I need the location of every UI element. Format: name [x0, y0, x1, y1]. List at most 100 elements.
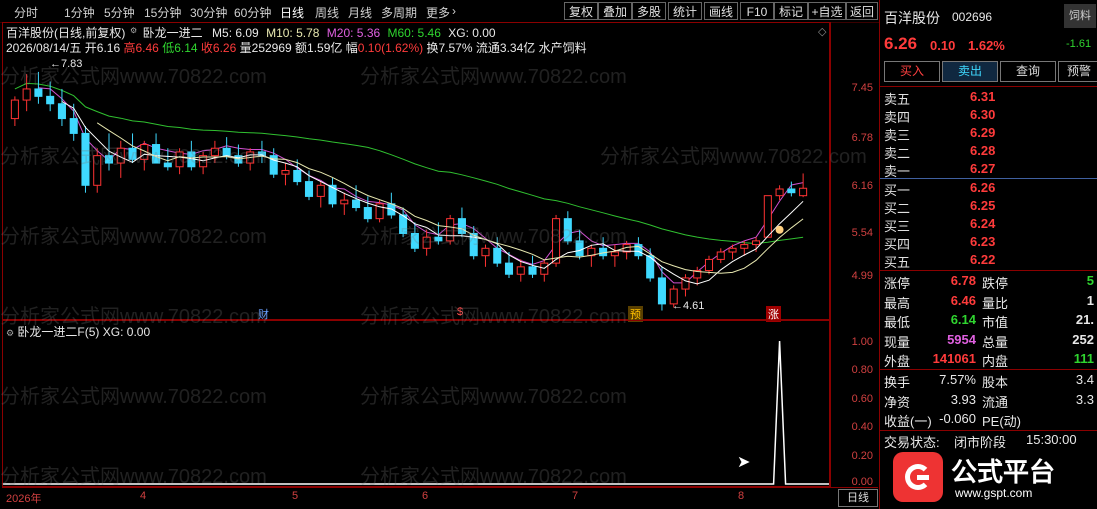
candle-body[interactable] [163, 162, 172, 168]
ask-row[interactable]: 卖五 6.31 [882, 89, 1092, 107]
candle-body[interactable] [704, 258, 714, 272]
period-tab-15min[interactable]: 15分钟 [144, 4, 181, 21]
stat-value: 1 [1086, 292, 1094, 308]
overlay-button[interactable]: 叠加 [598, 2, 632, 20]
gear-icon[interactable]: ⚙ [130, 26, 137, 35]
candle-body[interactable] [446, 218, 455, 242]
candle-body[interactable] [481, 247, 490, 257]
candle-body[interactable] [352, 199, 361, 209]
candle-body[interactable] [493, 247, 502, 264]
query-button[interactable]: 查询 [1000, 61, 1056, 82]
bid-row[interactable]: 买二 6.25 [882, 198, 1092, 216]
back-button[interactable]: 返回 [846, 2, 878, 20]
chevron-right-icon[interactable]: › [452, 4, 456, 18]
candle-body[interactable] [763, 195, 772, 238]
candle-body[interactable] [175, 151, 184, 168]
period-indicator[interactable]: 日线 [838, 489, 878, 507]
candle-body[interactable] [363, 207, 372, 220]
info-industry[interactable]: 水产饲料 [539, 41, 587, 55]
candle-body[interactable] [528, 266, 537, 275]
period-tab-monthly[interactable]: 月线 [348, 4, 372, 21]
candle-body[interactable] [46, 95, 55, 105]
candlestick-plot[interactable] [3, 55, 829, 319]
info-open: 6.16 [96, 41, 121, 55]
candle-body[interactable] [516, 266, 525, 275]
candle-body[interactable] [10, 99, 19, 120]
candle-body[interactable] [34, 88, 43, 97]
candle-body[interactable] [740, 244, 749, 249]
candle-body[interactable] [434, 236, 443, 242]
period-tab-daily[interactable]: 日线 [280, 4, 304, 21]
candle-body[interactable] [799, 187, 808, 197]
candle-body[interactable] [69, 118, 78, 134]
period-tab-multi[interactable]: 多周期 [381, 4, 417, 21]
sell-button[interactable]: 卖出 [942, 61, 998, 82]
period-tab-weekly[interactable]: 周线 [315, 4, 339, 21]
f10-button[interactable]: F10 [740, 2, 774, 20]
buy-button[interactable]: 买入 [884, 61, 940, 82]
candle-body[interactable] [657, 277, 666, 305]
candle-body[interactable] [775, 188, 784, 197]
period-tab-5min[interactable]: 5分钟 [104, 4, 135, 21]
ask-row[interactable]: 卖四 6.30 [882, 107, 1092, 125]
signal-plot[interactable] [3, 321, 829, 486]
candle-body[interactable] [293, 169, 302, 183]
add-favorite-button[interactable]: +自选 [808, 2, 846, 20]
collapse-icon[interactable]: ◇ [818, 25, 826, 38]
event-marker-dollar[interactable]: $ [457, 306, 463, 318]
date-tick: 2026年 [6, 493, 42, 505]
candle-body[interactable] [222, 147, 231, 157]
ask-row[interactable]: 卖二 6.28 [882, 143, 1092, 161]
mark-button[interactable]: 标记 [774, 2, 808, 20]
period-tab-more[interactable]: 更多 [426, 4, 450, 21]
industry-tag[interactable]: 饲料 [1064, 4, 1096, 28]
candle-body[interactable] [563, 218, 572, 242]
candle-body[interactable] [552, 218, 561, 264]
candle-body[interactable] [281, 169, 290, 175]
candle-body[interactable] [210, 147, 219, 157]
period-tab-fenshi[interactable]: 分时 [14, 4, 38, 21]
candle-body[interactable] [304, 181, 314, 197]
multi-stock-button[interactable]: 多股 [632, 2, 666, 20]
candle-body[interactable] [128, 147, 137, 160]
candle-body[interactable] [104, 155, 114, 164]
bid-row[interactable]: 买四 6.23 [882, 234, 1092, 252]
stat-value: 141061 [932, 351, 976, 366]
candle-body[interactable] [599, 247, 608, 257]
bid-row[interactable]: 买五 6.22 [882, 252, 1092, 270]
candle-body[interactable] [716, 251, 725, 260]
indicator-name[interactable]: 卧龙一进二 [143, 26, 203, 40]
candle-body[interactable] [457, 218, 466, 234]
candle-body[interactable] [752, 240, 761, 246]
candle-body[interactable] [728, 247, 737, 253]
signal-dot [775, 225, 784, 234]
ask-row[interactable]: 卖一 6.27 [882, 161, 1092, 179]
candle-body[interactable] [422, 236, 431, 249]
adjust-button[interactable]: 复权 [564, 2, 598, 20]
statistics-button[interactable]: 统计 [668, 2, 702, 20]
alert-button[interactable]: 预警 [1058, 61, 1097, 82]
period-tab-30min[interactable]: 30分钟 [190, 4, 227, 21]
candle-body[interactable] [610, 251, 619, 257]
fund-value: 3.4 [1075, 372, 1094, 387]
candle-body[interactable] [410, 232, 419, 249]
draw-line-button[interactable]: 画线 [704, 2, 738, 20]
candle-body[interactable] [575, 240, 584, 257]
fund-label: 收益(一) [884, 414, 932, 429]
candle-body[interactable] [57, 103, 66, 120]
candle-body[interactable] [504, 262, 514, 275]
period-tab-1min[interactable]: 1分钟 [64, 4, 95, 21]
ask-row[interactable]: 卖三 6.29 [882, 125, 1092, 143]
candle-body[interactable] [316, 184, 325, 197]
ask-label: 卖一 [884, 164, 911, 179]
bid-row[interactable]: 买一 6.26 [882, 180, 1092, 198]
candle-body[interactable] [22, 88, 31, 101]
candle-body[interactable] [93, 155, 102, 186]
candle-body[interactable] [340, 199, 349, 205]
candle-body[interactable] [152, 144, 161, 164]
candle-body[interactable] [81, 132, 90, 186]
stat-row: 最低 6.14 市值 21. [882, 312, 1097, 330]
candle-body[interactable] [787, 188, 796, 194]
bid-row[interactable]: 买三 6.24 [882, 216, 1092, 234]
period-tab-60min[interactable]: 60分钟 [234, 4, 271, 21]
